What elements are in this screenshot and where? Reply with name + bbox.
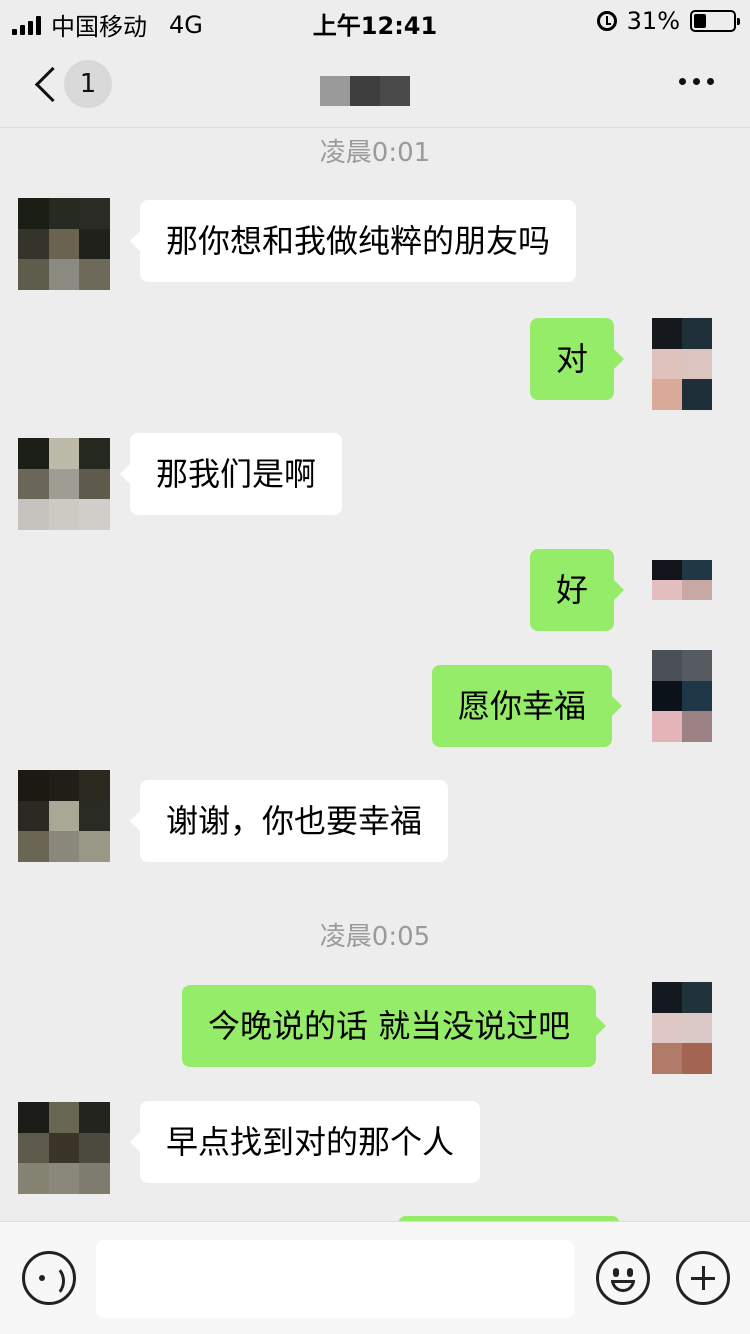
avatar-tile bbox=[652, 1043, 682, 1074]
avatar-tile bbox=[79, 198, 110, 229]
avatar-tile bbox=[79, 1163, 110, 1194]
message-outgoing[interactable]: 对 bbox=[530, 318, 625, 400]
avatar-self[interactable] bbox=[652, 650, 712, 742]
avatar-tile bbox=[18, 198, 49, 229]
avatar-tile bbox=[79, 1132, 110, 1164]
avatar-self[interactable] bbox=[652, 318, 712, 410]
avatar-tile bbox=[652, 650, 682, 681]
avatar-tile bbox=[48, 259, 80, 290]
alarm-icon bbox=[596, 11, 617, 31]
avatar-tile bbox=[18, 831, 49, 862]
timestamp: 凌晨0:01 bbox=[319, 138, 431, 168]
status-right: 31% bbox=[596, 7, 740, 35]
avatar-tile bbox=[652, 348, 682, 380]
avatar-tile bbox=[48, 438, 80, 469]
emoji-button[interactable] bbox=[596, 1251, 650, 1305]
chat-area[interactable]: 凌晨0:01 那你想和我做纯粹的朋友吗 对 那我们是啊 好 愿你幸福 谢谢，你也… bbox=[0, 128, 750, 1221]
title-mosaic-tile bbox=[350, 76, 380, 106]
avatar-tile bbox=[682, 982, 712, 1013]
battery-fill bbox=[694, 14, 706, 28]
avatar-tile bbox=[682, 560, 712, 580]
avatar-tile bbox=[682, 348, 712, 380]
timestamp: 凌晨0:05 bbox=[319, 922, 431, 952]
avatar-tile bbox=[18, 228, 49, 260]
avatar-tile bbox=[18, 1132, 49, 1164]
avatar-tile bbox=[682, 318, 712, 349]
avatar-tile bbox=[682, 650, 712, 681]
title-mosaic-tile bbox=[380, 76, 410, 106]
emoji-icon bbox=[613, 1268, 619, 1277]
avatar-tile bbox=[48, 770, 80, 801]
more-dots-icon bbox=[679, 78, 686, 85]
message-incoming[interactable]: 那你想和我做纯粹的朋友吗 bbox=[129, 200, 577, 282]
avatar-tile bbox=[18, 770, 49, 801]
chat-title bbox=[320, 76, 410, 106]
message-outgoing[interactable]: 好 bbox=[530, 549, 625, 631]
avatar-tile bbox=[79, 438, 110, 469]
avatar-tile bbox=[652, 580, 682, 600]
avatar-tile bbox=[682, 1043, 712, 1074]
avatar-tile bbox=[48, 831, 80, 862]
avatar-tile bbox=[652, 711, 682, 742]
avatar-tile bbox=[79, 499, 110, 530]
message-outgoing[interactable]: 愿你幸福 bbox=[432, 665, 623, 747]
input-bar bbox=[0, 1221, 750, 1334]
avatar-tile bbox=[682, 711, 712, 742]
avatar-tile bbox=[18, 1102, 49, 1133]
avatar-self[interactable] bbox=[652, 982, 712, 1074]
status-bar: 中国移动 4G 上午12:41 31% bbox=[0, 0, 750, 41]
avatar-contact[interactable] bbox=[18, 770, 110, 862]
avatar-tile bbox=[79, 468, 110, 500]
avatar-tile bbox=[652, 379, 682, 410]
title-mosaic-tile bbox=[320, 76, 350, 106]
avatar-tile bbox=[18, 468, 49, 500]
avatar-tile bbox=[18, 499, 49, 530]
avatar-tile bbox=[18, 438, 49, 469]
message-outgoing[interactable]: 今晚说的话 就当没说过吧 bbox=[182, 985, 607, 1067]
avatar-tile bbox=[79, 228, 110, 260]
plus-button[interactable] bbox=[676, 1251, 730, 1305]
battery-icon bbox=[690, 10, 740, 32]
avatar-tile bbox=[79, 800, 110, 832]
message-incoming[interactable]: 早点找到对的那个人 bbox=[129, 1101, 481, 1183]
avatar-tile bbox=[652, 560, 682, 580]
avatar-tile bbox=[682, 1012, 712, 1044]
avatar-contact[interactable] bbox=[18, 198, 110, 290]
avatar-tile bbox=[79, 1102, 110, 1133]
unread-count-badge[interactable]: 1 bbox=[64, 60, 112, 108]
avatar-tile bbox=[48, 198, 80, 229]
avatar-tile bbox=[652, 982, 682, 1013]
avatar-contact[interactable] bbox=[18, 1102, 110, 1194]
message-input[interactable] bbox=[96, 1240, 574, 1318]
avatar-tile bbox=[652, 680, 682, 712]
voice-button[interactable] bbox=[22, 1251, 76, 1305]
avatar-tile bbox=[652, 318, 682, 349]
avatar-tile bbox=[682, 680, 712, 712]
avatar-tile bbox=[652, 1012, 682, 1044]
avatar-tile bbox=[18, 1163, 49, 1194]
more-button[interactable] bbox=[679, 78, 714, 85]
avatar-tile bbox=[79, 770, 110, 801]
avatar-self[interactable] bbox=[652, 560, 712, 620]
avatar-tile bbox=[48, 1102, 80, 1133]
avatar-tile bbox=[48, 228, 80, 260]
avatar-tile bbox=[48, 1132, 80, 1164]
avatar-tile bbox=[79, 259, 110, 290]
back-button[interactable] bbox=[30, 62, 60, 106]
avatar-tile bbox=[79, 831, 110, 862]
message-incoming[interactable]: 谢谢，你也要幸福 bbox=[129, 780, 449, 862]
avatar-tile bbox=[48, 1163, 80, 1194]
battery-percent: 31% bbox=[626, 7, 680, 35]
avatar-tile bbox=[18, 800, 49, 832]
avatar-tile bbox=[682, 379, 712, 410]
avatar-tile bbox=[48, 800, 80, 832]
message-incoming[interactable]: 那我们是啊 bbox=[119, 433, 343, 515]
avatar-tile bbox=[682, 580, 712, 600]
avatar-tile bbox=[18, 259, 49, 290]
avatar-tile bbox=[48, 468, 80, 500]
avatar-tile bbox=[48, 499, 80, 530]
avatar-contact[interactable] bbox=[18, 438, 110, 530]
nav-bar: 1 bbox=[0, 40, 750, 128]
